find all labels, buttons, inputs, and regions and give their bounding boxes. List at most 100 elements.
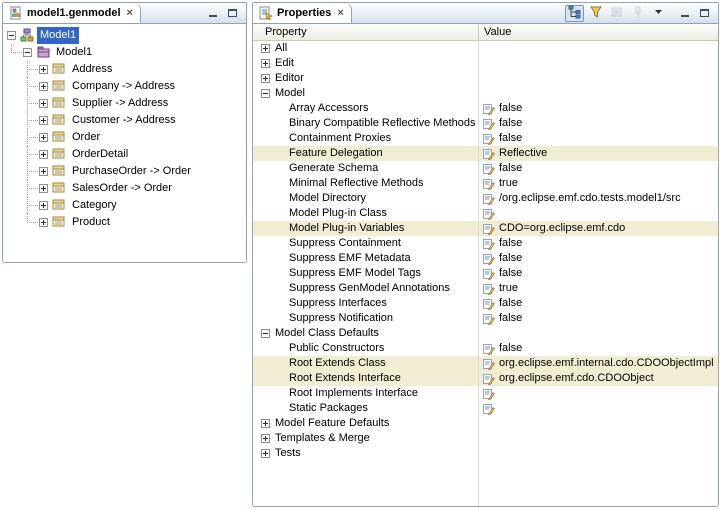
property-category-tests[interactable]: Tests (253, 446, 718, 461)
property-value-cell[interactable] (478, 71, 718, 86)
property-row-binary-compatible-reflective-methods[interactable]: Binary Compatible Reflective Methodsfals… (253, 116, 718, 131)
property-value-cell[interactable]: false (478, 131, 718, 146)
property-value-cell[interactable] (478, 431, 718, 446)
maximize-button[interactable] (226, 7, 239, 20)
property-row-model-plug-in-variables[interactable]: Model Plug-in VariablesCDO=org.eclipse.e… (253, 221, 718, 236)
pin-properties-button[interactable] (628, 5, 647, 22)
column-header-property[interactable]: Property (253, 26, 478, 38)
tree-item-model1[interactable]: Model1 (3, 44, 246, 61)
property-value-cell[interactable]: false (478, 266, 718, 281)
collapse-icon[interactable] (23, 48, 32, 57)
property-category-all[interactable]: All (253, 41, 718, 56)
expand-icon[interactable] (39, 82, 48, 91)
tree-item-orderdetail[interactable]: OrderDetail (3, 146, 246, 163)
tree-item-product[interactable]: Product (3, 214, 246, 231)
expand-icon[interactable] (261, 419, 270, 428)
property-value-cell[interactable] (478, 326, 718, 341)
minimize-button[interactable] (206, 7, 219, 20)
property-value-cell[interactable] (478, 86, 718, 101)
maximize-button[interactable] (698, 7, 711, 20)
property-row-root-extends-interface[interactable]: Root Extends Interfaceorg.eclipse.emf.cd… (253, 371, 718, 386)
tree-item-category[interactable]: Category (3, 197, 246, 214)
property-row-model-plug-in-class[interactable]: Model Plug-in Class (253, 206, 718, 221)
property-value-cell[interactable]: org.eclipse.emf.cdo.CDOObject (478, 371, 718, 386)
collapse-icon[interactable] (261, 89, 270, 98)
tree-item-supplier-address[interactable]: Supplier -> Address (3, 95, 246, 112)
tree-item-company-address[interactable]: Company -> Address (3, 78, 246, 95)
property-row-public-constructors[interactable]: Public Constructorsfalse (253, 341, 718, 356)
property-row-suppress-notification[interactable]: Suppress Notificationfalse (253, 311, 718, 326)
property-row-root-implements-interface[interactable]: Root Implements Interface (253, 386, 718, 401)
expand-icon[interactable] (39, 184, 48, 193)
property-value-cell[interactable]: org.eclipse.emf.internal.cdo.CDOObjectIm… (478, 356, 718, 371)
expand-icon[interactable] (261, 59, 270, 68)
property-value-cell[interactable] (478, 56, 718, 71)
collapse-icon[interactable] (261, 329, 270, 338)
property-value-cell[interactable]: false (478, 311, 718, 326)
property-value-cell[interactable]: false (478, 251, 718, 266)
expand-icon[interactable] (39, 150, 48, 159)
property-value-cell[interactable]: false (478, 296, 718, 311)
property-value-cell[interactable]: /org.eclipse.emf.cdo.tests.model1/src (478, 191, 718, 206)
property-value-cell[interactable]: false (478, 161, 718, 176)
property-category-editor[interactable]: Editor (253, 71, 718, 86)
expand-icon[interactable] (261, 434, 270, 443)
expand-icon[interactable] (39, 116, 48, 125)
property-row-root-extends-class[interactable]: Root Extends Classorg.eclipse.emf.intern… (253, 356, 718, 371)
show-advanced-properties-button[interactable] (586, 5, 605, 22)
property-value-cell[interactable]: Reflective (478, 146, 718, 161)
tree-item-purchaseorder-order[interactable]: PurchaseOrder -> Order (3, 163, 246, 180)
property-row-suppress-containment[interactable]: Suppress Containmentfalse (253, 236, 718, 251)
property-category-model[interactable]: Model (253, 86, 718, 101)
property-value-cell[interactable]: CDO=org.eclipse.emf.cdo (478, 221, 718, 236)
close-icon[interactable] (127, 8, 133, 19)
minimize-button[interactable] (678, 7, 691, 20)
tree-item-salesorder-order[interactable]: SalesOrder -> Order (3, 180, 246, 197)
property-row-containment-proxies[interactable]: Containment Proxiesfalse (253, 131, 718, 146)
expand-icon[interactable] (261, 449, 270, 458)
property-value-cell[interactable] (478, 416, 718, 431)
property-value-cell[interactable] (478, 386, 718, 401)
tab-model1-genmodel[interactable]: model1.genmodel (3, 3, 141, 23)
expand-icon[interactable] (261, 74, 270, 83)
expand-icon[interactable] (39, 218, 48, 227)
expand-icon[interactable] (261, 44, 270, 53)
tab-properties[interactable]: Properties (253, 3, 352, 23)
property-value-cell[interactable] (478, 401, 718, 416)
tree-item-order[interactable]: Order (3, 129, 246, 146)
property-row-suppress-emf-model-tags[interactable]: Suppress EMF Model Tagsfalse (253, 266, 718, 281)
property-row-model-directory[interactable]: Model Directory/org.eclipse.emf.cdo.test… (253, 191, 718, 206)
property-value-cell[interactable] (478, 41, 718, 56)
property-category-model-class-defaults[interactable]: Model Class Defaults (253, 326, 718, 341)
property-category-templates-merge[interactable]: Templates & Merge (253, 431, 718, 446)
expand-icon[interactable] (39, 133, 48, 142)
property-value-cell[interactable]: true (478, 281, 718, 296)
column-header-value[interactable]: Value (478, 24, 718, 40)
property-category-model-feature-defaults[interactable]: Model Feature Defaults (253, 416, 718, 431)
close-icon[interactable] (337, 8, 343, 19)
property-row-suppress-emf-metadata[interactable]: Suppress EMF Metadatafalse (253, 251, 718, 266)
property-row-array-accessors[interactable]: Array Accessorsfalse (253, 101, 718, 116)
property-value-cell[interactable] (478, 446, 718, 461)
expand-icon[interactable] (39, 65, 48, 74)
expand-icon[interactable] (39, 167, 48, 176)
tree-item-customer-address[interactable]: Customer -> Address (3, 112, 246, 129)
expand-icon[interactable] (39, 201, 48, 210)
expand-icon[interactable] (39, 99, 48, 108)
property-value-cell[interactable] (478, 206, 718, 221)
property-row-minimal-reflective-methods[interactable]: Minimal Reflective Methodstrue (253, 176, 718, 191)
collapse-icon[interactable] (7, 31, 16, 40)
property-value-cell[interactable]: false (478, 116, 718, 131)
property-row-suppress-genmodel-annotations[interactable]: Suppress GenModel Annotationstrue (253, 281, 718, 296)
property-row-static-packages[interactable]: Static Packages (253, 401, 718, 416)
property-row-feature-delegation[interactable]: Feature DelegationReflective (253, 146, 718, 161)
property-row-suppress-interfaces[interactable]: Suppress Interfacesfalse (253, 296, 718, 311)
view-menu-button[interactable] (649, 5, 668, 22)
restore-default-value-button[interactable] (607, 5, 626, 22)
property-row-generate-schema[interactable]: Generate Schemafalse (253, 161, 718, 176)
show-categories-button[interactable] (565, 5, 584, 22)
property-value-cell[interactable]: false (478, 101, 718, 116)
tree-item-model1[interactable]: Model1 (3, 27, 246, 44)
property-value-cell[interactable]: false (478, 341, 718, 356)
tree-item-address[interactable]: Address (3, 61, 246, 78)
